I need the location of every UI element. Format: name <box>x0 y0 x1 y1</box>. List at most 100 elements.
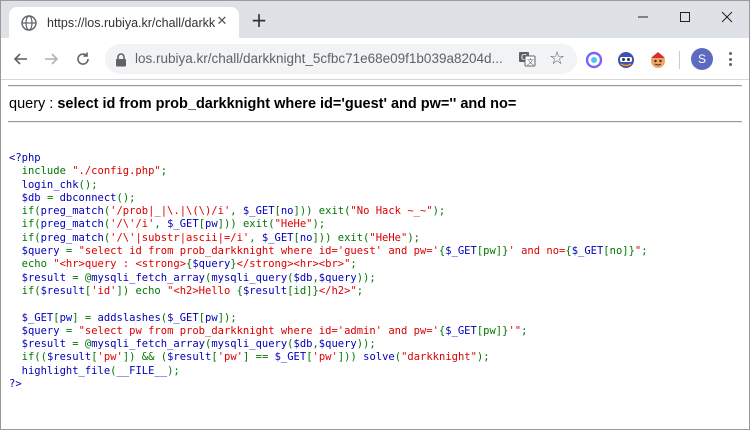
code-token: if( <box>9 231 41 244</box>
code-token: </strong><hr><br>" <box>236 258 351 271</box>
code-token: , <box>249 231 262 244</box>
code-line: $_GET[pw] = addslashes($_GET[pw]); <box>9 312 648 325</box>
code-line: echo "<hr>query : <strong>{$query}</stro… <box>9 258 648 271</box>
extension-face-icon[interactable] <box>649 51 667 69</box>
maximize-button[interactable] <box>667 7 703 27</box>
code-token: <?php <box>9 152 41 164</box>
code-token: dbconnect <box>59 191 117 204</box>
divider <box>8 121 742 123</box>
address-bar[interactable]: los.rubiya.kr/chall/darkknight_5cfbc71e6… <box>105 44 577 74</box>
tab-title: https://los.rubiya.kr/chall/darkkn <box>47 15 215 30</box>
code-token: ' and no= <box>508 245 566 258</box>
code-token: = <box>65 324 79 337</box>
code-token: echo <box>9 258 54 271</box>
code-token: ); <box>312 218 326 231</box>
code-line: <?php <box>9 152 648 165</box>
code-token: $_GET <box>274 351 307 364</box>
code-token: "<h2>Hello <box>167 284 237 297</box>
browser-tab[interactable]: https://los.rubiya.kr/chall/darkkn ✕ <box>9 7 239 38</box>
code-line: $result = @mysqli_fetch_array(mysqli_que… <box>9 338 648 351</box>
code-line: if(preg_match('/\'/i', $_GET[pw])) exit(… <box>9 218 648 231</box>
code-token: ); <box>407 231 420 244</box>
code-line: if($result['id']) echo "<h2>Hello {$resu… <box>9 285 648 298</box>
code-token: $result <box>9 338 73 351</box>
code-token: no <box>299 231 313 244</box>
code-token: ]); <box>217 311 237 324</box>
tab-strip: https://los.rubiya.kr/chall/darkkn ✕ + <box>1 1 749 38</box>
code-token: pw <box>205 218 218 231</box>
code-token: = @ <box>72 338 92 351</box>
forward-button[interactable] <box>41 49 61 69</box>
code-token: mysqli_fetch_array <box>91 271 205 284</box>
code-token: $query <box>9 324 66 337</box>
code-token: $result <box>167 351 212 364</box>
code-token: mysqli_fetch_array <box>91 338 205 351</box>
code-token: ])) exit( <box>312 231 370 244</box>
browser-toolbar: los.rubiya.kr/chall/darkknight_5cfbc71e6… <box>1 38 749 80</box>
profile-avatar[interactable]: S <box>691 48 713 70</box>
close-window-button[interactable] <box>709 7 745 27</box>
page-content: query : select id from prob_darkknight w… <box>1 81 749 429</box>
code-line: login_chk(); <box>9 179 648 192</box>
code-token: $result <box>46 351 92 364</box>
code-token: '/\'/i' <box>110 218 155 231</box>
code-token: 'id' <box>91 284 117 297</box>
code-token: $db <box>9 191 47 204</box>
code-token: "select id from prob_darkknight where id… <box>78 245 439 258</box>
code-line: ?> <box>9 378 648 391</box>
code-token: ])) exit( <box>217 218 275 231</box>
code-token: ; <box>521 324 528 337</box>
reload-icon <box>77 52 89 65</box>
code-token: $result <box>9 271 73 284</box>
query-text: select id from prob_darkknight where id=… <box>57 96 517 112</box>
code-token: pw <box>205 311 218 324</box>
code-token: no <box>280 205 294 218</box>
menu-kebab-icon[interactable] <box>725 50 735 68</box>
code-line: if(($result['pw']) && ($result['pw'] == … <box>9 351 648 364</box>
code-line: $db = dbconnect(); <box>9 192 648 205</box>
code-line: $result = @mysqli_fetch_array(mysqli_que… <box>9 272 648 285</box>
code-token: $_GET <box>167 311 199 324</box>
code-token: if( <box>9 284 41 297</box>
back-button[interactable] <box>11 49 31 69</box>
code-token: 'pw' <box>217 351 243 364</box>
extension-mask-icon[interactable] <box>617 51 635 69</box>
code-token: preg_match <box>40 218 104 231</box>
svg-text:文: 文 <box>527 57 534 66</box>
code-token: ]) echo <box>116 284 168 297</box>
code-token: ] == <box>242 351 275 364</box>
bookmark-star-icon[interactable]: ☆ <box>549 49 569 69</box>
code-token: [pw] <box>476 324 503 337</box>
php-source-code: <?php include "./config.php"; login_chk(… <box>9 152 648 391</box>
extension-ring-icon[interactable] <box>585 51 603 69</box>
code-line: if(preg_match('/\'|substr|ascii|=/i', $_… <box>9 232 648 245</box>
minimize-button[interactable] <box>625 7 661 27</box>
reload-button[interactable] <box>73 49 93 69</box>
code-token: ?> <box>9 378 22 391</box>
code-token: )); <box>356 271 376 284</box>
code-token: $_GET <box>167 218 199 231</box>
code-token: ); <box>432 205 446 218</box>
code-token: mysqli_query <box>211 271 288 284</box>
translate-icon[interactable]: G文 <box>518 50 536 68</box>
code-token: , <box>230 205 243 218</box>
code-token: $_GET <box>571 245 604 258</box>
lock-icon[interactable] <box>115 52 127 67</box>
code-token: $query <box>318 271 357 284</box>
code-token: (); <box>78 178 98 191</box>
code-token: = <box>65 245 79 258</box>
code-token: $result <box>40 284 85 297</box>
url-text[interactable]: los.rubiya.kr/chall/darkknight_5cfbc71e6… <box>135 51 513 66</box>
new-tab-button[interactable]: + <box>249 10 269 31</box>
code-token: "darkknight" <box>401 351 477 364</box>
code-line: highlight_file(__FILE__); <box>9 365 648 378</box>
code-token: $result <box>242 284 288 297</box>
code-token: = <box>46 191 60 204</box>
code-token: pw <box>59 311 73 324</box>
code-token: $query <box>9 245 66 258</box>
code-token: ; <box>160 165 168 178</box>
code-line: if(preg_match('/prob|_|\.|\(\)/i', $_GET… <box>9 205 648 218</box>
code-token: ]) && ( <box>122 351 168 364</box>
code-token: mysqli_query <box>211 338 288 351</box>
close-tab-icon[interactable]: ✕ <box>215 15 229 29</box>
